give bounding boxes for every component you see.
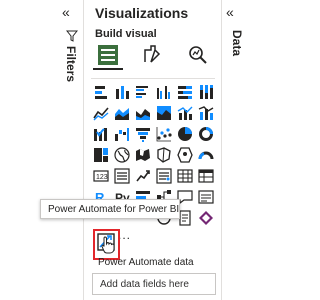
scatter-chart-icon[interactable] xyxy=(156,126,172,142)
data-label[interactable]: Data xyxy=(230,30,244,56)
stacked-area-icon[interactable] xyxy=(135,105,151,121)
mode-divider xyxy=(91,78,215,79)
pie-chart-icon[interactable] xyxy=(177,126,193,142)
build-visual-label: Build visual xyxy=(95,28,157,40)
line-stacked-column-icon[interactable] xyxy=(198,105,214,121)
gauge-icon[interactable] xyxy=(198,147,214,163)
hand-cursor-icon xyxy=(101,236,115,254)
shape-map-icon[interactable] xyxy=(156,147,172,163)
card-icon[interactable]: 123 xyxy=(93,168,109,184)
100-stacked-bar-icon[interactable] xyxy=(177,84,193,100)
kpi-icon[interactable] xyxy=(135,168,151,184)
area-chart-icon[interactable] xyxy=(114,105,130,121)
funnel-chart-icon[interactable] xyxy=(135,126,151,142)
100-stacked-column-icon[interactable] xyxy=(198,84,214,100)
100-stacked-area-icon[interactable] xyxy=(156,105,172,121)
data-pane: « Data xyxy=(222,0,248,300)
power-apps-icon[interactable] xyxy=(198,210,214,226)
line-chart-icon[interactable] xyxy=(93,105,109,121)
build-visual-icon xyxy=(98,45,118,65)
clustered-bar-icon[interactable] xyxy=(135,84,151,100)
power-automate-data-title: Power Automate data xyxy=(98,257,194,268)
stacked-column-icon[interactable] xyxy=(114,84,130,100)
azure-map-icon[interactable] xyxy=(177,147,193,163)
filters-collapse-icon[interactable]: « xyxy=(62,4,70,20)
treemap-icon[interactable] xyxy=(93,147,109,163)
build-visual-button[interactable] xyxy=(93,40,123,70)
waterfall-icon[interactable] xyxy=(114,126,130,142)
data-collapse-icon[interactable]: « xyxy=(226,4,234,20)
svg-text:123: 123 xyxy=(96,174,108,181)
filters-label[interactable]: Filters xyxy=(64,46,78,82)
add-data-fields-well[interactable]: Add data fields here xyxy=(92,273,216,295)
filters-pane: « Filters xyxy=(0,0,84,300)
donut-chart-icon[interactable] xyxy=(198,126,214,142)
clustered-column-icon[interactable] xyxy=(156,84,172,100)
multi-row-card-icon[interactable] xyxy=(114,168,130,184)
table-icon[interactable] xyxy=(177,168,193,184)
matrix-icon[interactable] xyxy=(198,168,214,184)
format-visual-button[interactable] xyxy=(137,40,167,70)
visualizations-title: Visualizations xyxy=(95,5,189,21)
analytics-button[interactable] xyxy=(183,40,213,70)
line-clustered-column-icon[interactable] xyxy=(177,105,193,121)
ribbon-chart-icon[interactable] xyxy=(93,126,109,142)
tooltip: Power Automate for Power BI xyxy=(40,199,180,219)
stacked-bar-icon[interactable] xyxy=(93,84,109,100)
slicer-icon[interactable] xyxy=(156,168,172,184)
map-icon[interactable] xyxy=(114,147,130,163)
format-visual-icon xyxy=(144,45,161,63)
analytics-icon xyxy=(189,46,207,64)
smart-narrative-icon[interactable] xyxy=(198,189,214,205)
funnel-icon xyxy=(66,30,78,42)
filled-map-icon[interactable] xyxy=(135,147,151,163)
